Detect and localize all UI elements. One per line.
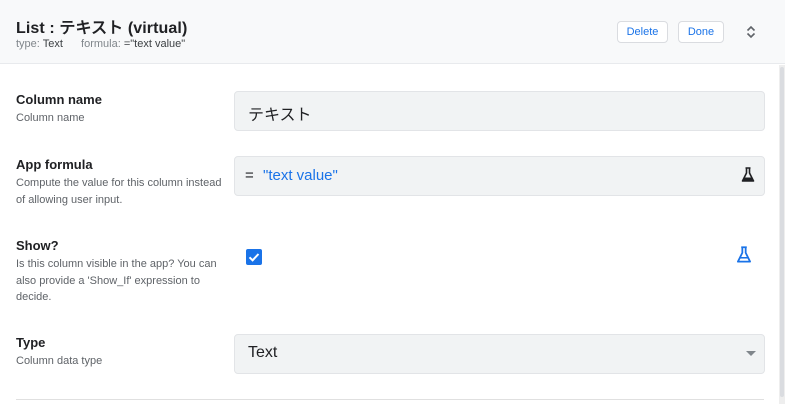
app-formula-label: App formula	[16, 157, 93, 172]
unfold-icon[interactable]	[743, 24, 759, 40]
column-name-input[interactable]: テキスト	[234, 91, 765, 131]
type-meta-label: type:	[16, 38, 40, 50]
divider	[16, 399, 764, 400]
delete-button[interactable]: Delete	[617, 21, 668, 43]
done-button[interactable]: Done	[678, 21, 724, 43]
column-name-value: テキスト	[248, 107, 312, 124]
column-meta: type: Text formula: ="text value"	[16, 38, 185, 50]
column-name-description: Column name	[16, 112, 85, 124]
app-formula-description: Compute the value for this column instea…	[16, 177, 222, 206]
show-if-flask-icon[interactable]	[735, 245, 753, 265]
formula-meta-value: ="text value"	[123, 38, 186, 50]
show-description: Is this column visible in the app? You c…	[16, 258, 217, 303]
type-description: Column data type	[16, 355, 103, 367]
chevron-down-icon[interactable]	[746, 351, 756, 356]
type-label: Type	[16, 335, 46, 350]
show-label: Show?	[16, 238, 59, 253]
column-title: List : テキスト (virtual)	[16, 20, 188, 37]
formula-meta-label: formula:	[81, 38, 121, 50]
check-icon	[248, 253, 260, 262]
app-formula-input[interactable]: = "text value"	[234, 156, 765, 196]
type-select[interactable]: Text	[234, 334, 765, 374]
flask-icon[interactable]	[740, 166, 756, 184]
scrollbar[interactable]	[779, 65, 785, 404]
formula-equals-sign: =	[245, 167, 254, 184]
column-editor-header: List : テキスト (virtual) type: Text formula…	[0, 0, 785, 64]
show-checkbox[interactable]	[246, 249, 262, 265]
app-formula-value: "text value"	[263, 167, 338, 184]
scrollbar-thumb[interactable]	[780, 67, 784, 397]
type-select-value: Text	[248, 344, 278, 361]
column-name-label: Column name	[16, 92, 102, 107]
type-meta-value: Text	[42, 38, 63, 50]
